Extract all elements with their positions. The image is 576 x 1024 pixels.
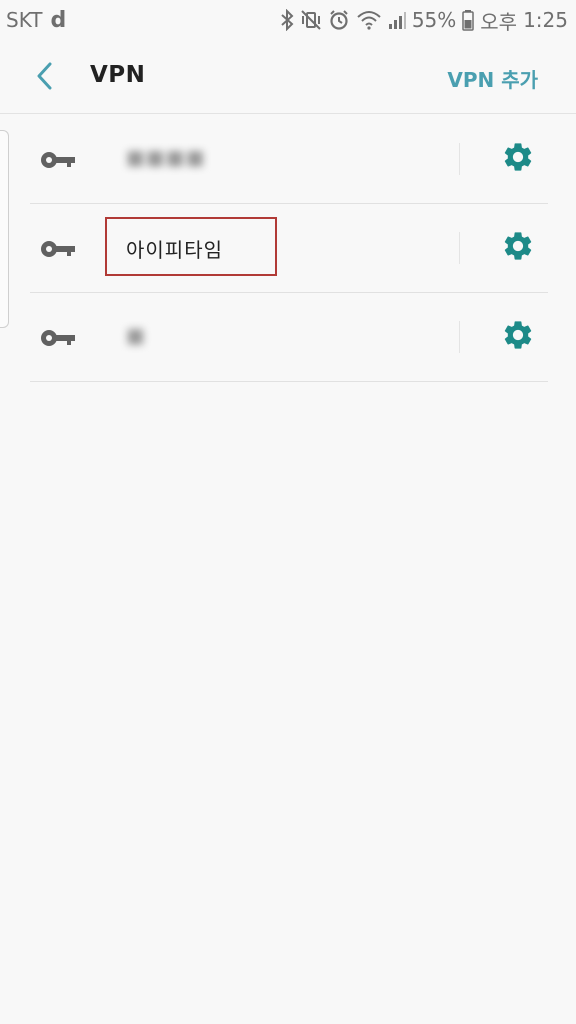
app-bar: VPN VPN 추가 xyxy=(0,40,576,114)
vpn-list-item[interactable]: ■ xyxy=(30,293,548,382)
add-vpn-button[interactable]: VPN 추가 xyxy=(447,64,538,93)
page-title: VPN xyxy=(90,62,146,88)
vpn-list-item[interactable]: 아이피타임 xyxy=(30,204,548,293)
vpn-name: ■■■■ xyxy=(126,145,206,169)
status-bar: SKT d 55% 오후 1:25 xyxy=(0,0,576,40)
row-divider xyxy=(459,232,460,264)
vpn-list: ■■■■ 아이피타임 ■ xyxy=(30,115,548,382)
vpn-settings-button[interactable] xyxy=(496,230,540,266)
chevron-left-icon xyxy=(35,62,53,94)
alarm-icon xyxy=(328,9,350,31)
status-left: SKT d xyxy=(6,8,66,33)
gear-icon xyxy=(501,318,535,356)
key-icon xyxy=(40,149,76,175)
ampm-label: 오후 xyxy=(480,9,518,34)
vpn-list-item[interactable]: ■■■■ xyxy=(30,115,548,204)
wifi-icon xyxy=(356,9,382,31)
battery-percent: 55% xyxy=(411,8,457,32)
vpn-name: 아이피타임 xyxy=(126,238,223,262)
vibrate-mute-icon xyxy=(300,9,322,31)
bluetooth-icon xyxy=(280,9,294,31)
signal-icon xyxy=(388,10,406,30)
clock-time: 1:25 xyxy=(523,8,568,32)
row-divider xyxy=(459,143,460,175)
carrier-label: SKT xyxy=(6,8,43,32)
carrier-logo: d xyxy=(50,7,67,33)
key-icon xyxy=(40,327,76,353)
back-button[interactable] xyxy=(22,58,66,98)
status-right: 55% 오후 1:25 xyxy=(280,6,568,35)
vpn-settings-button[interactable] xyxy=(496,141,540,177)
vpn-settings-button[interactable] xyxy=(496,319,540,355)
gear-icon xyxy=(501,140,535,178)
vpn-name: ■ xyxy=(126,323,146,347)
battery-icon xyxy=(462,9,475,31)
scroll-handle[interactable] xyxy=(0,130,9,328)
row-divider xyxy=(459,321,460,353)
gear-icon xyxy=(501,229,535,267)
key-icon xyxy=(40,238,76,264)
